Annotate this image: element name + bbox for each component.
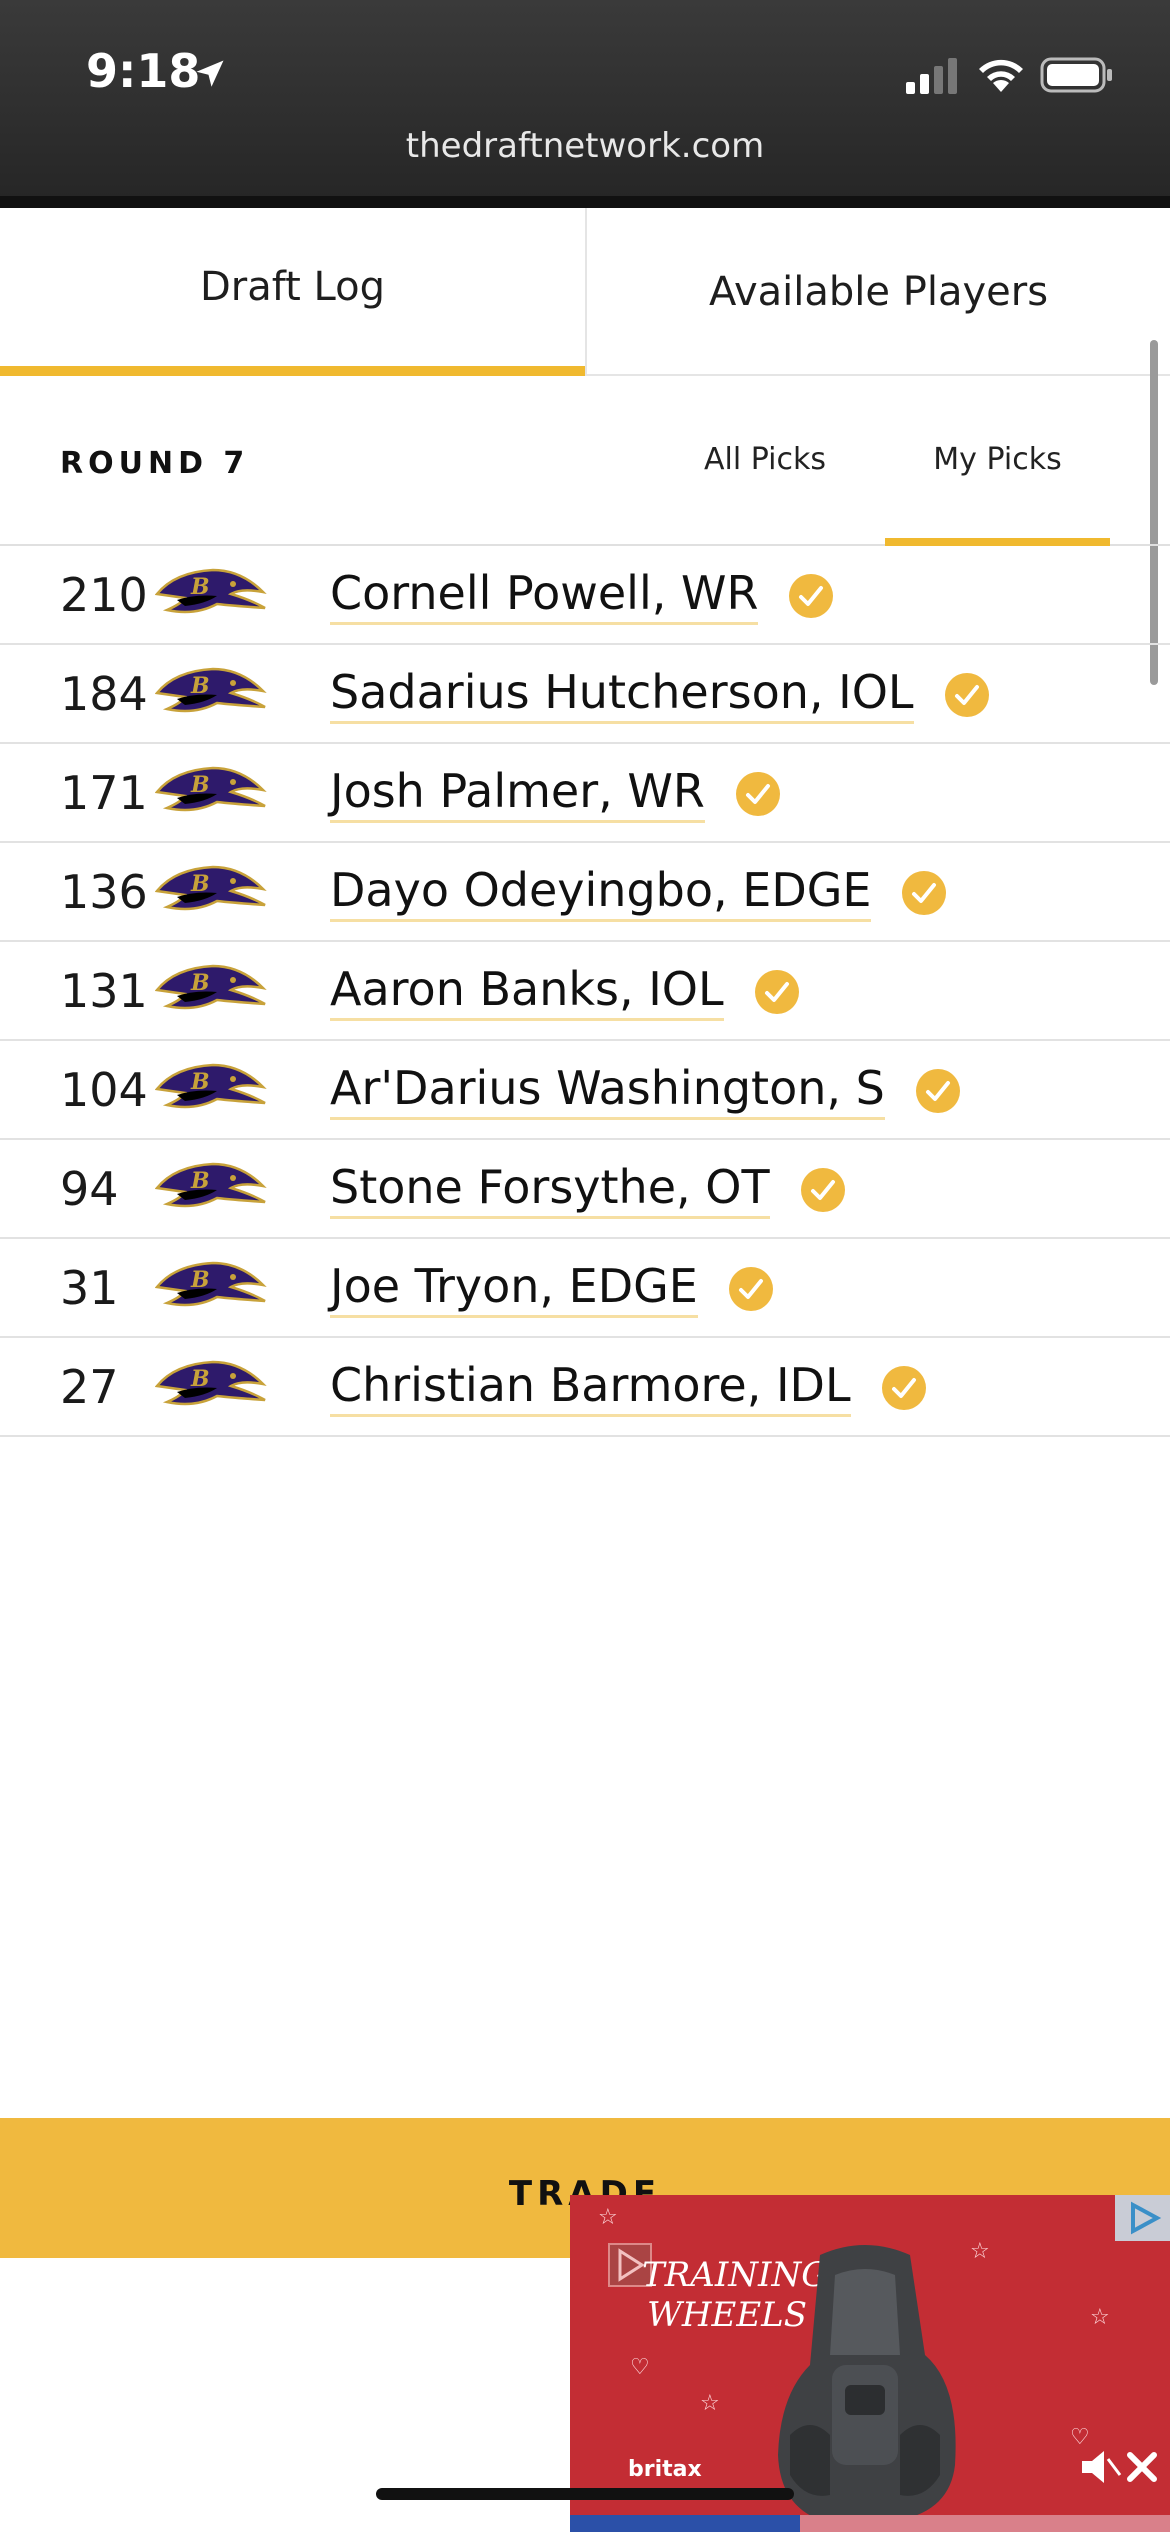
pick-number: 94 bbox=[60, 1162, 119, 1216]
ad-star-decoration: ☆ bbox=[700, 2391, 720, 2416]
mute-icon[interactable] bbox=[1078, 2447, 1122, 2487]
ravens-logo-icon bbox=[155, 667, 267, 713]
check-badge-icon bbox=[727, 1265, 774, 1312]
ravens-logo-icon bbox=[155, 1162, 267, 1208]
pick-row[interactable]: 136 Dayo Odeyingbo, EDGE bbox=[0, 843, 1170, 942]
pick-row[interactable]: 94 Stone Forsythe, OT bbox=[0, 1140, 1170, 1239]
check-badge-icon bbox=[914, 1067, 961, 1114]
pick-number: 184 bbox=[60, 667, 148, 721]
ad-bottom-strip bbox=[570, 2515, 1170, 2532]
check-badge-icon bbox=[901, 869, 948, 916]
ravens-logo-icon bbox=[155, 1261, 267, 1307]
pick-number: 210 bbox=[60, 568, 148, 622]
ravens-logo-icon bbox=[155, 1063, 267, 1109]
ad-choices-icon[interactable] bbox=[1115, 2195, 1170, 2241]
battery-icon bbox=[1040, 57, 1112, 93]
pick-number: 131 bbox=[60, 964, 148, 1018]
car-seat-image bbox=[778, 2245, 956, 2520]
player-name[interactable]: Christian Barmore, IDL bbox=[330, 1358, 851, 1417]
ad-star-decoration: ☆ bbox=[1090, 2305, 1110, 2330]
wifi-icon bbox=[979, 59, 1023, 92]
location-arrow-icon bbox=[196, 60, 224, 87]
pick-number: 27 bbox=[60, 1360, 119, 1414]
player-name[interactable]: Stone Forsythe, OT bbox=[330, 1160, 770, 1219]
picks-list: 210 Cornell Powell, WR 184 Sadarius Hutc… bbox=[0, 546, 1170, 1437]
pick-row[interactable]: 104 Ar'Darius Washington, S bbox=[0, 1041, 1170, 1140]
check-badge-icon bbox=[753, 968, 800, 1015]
pick-row[interactable]: 171 Josh Palmer, WR bbox=[0, 744, 1170, 843]
player-name[interactable]: Josh Palmer, WR bbox=[330, 764, 705, 823]
player-name[interactable]: Cornell Powell, WR bbox=[330, 566, 759, 625]
header-strip bbox=[0, 196, 1170, 208]
round-title: ROUND 7 bbox=[60, 446, 250, 481]
player-name[interactable]: Aaron Banks, IOL bbox=[330, 962, 724, 1021]
check-badge-icon bbox=[799, 1166, 846, 1213]
pick-number: 31 bbox=[60, 1261, 119, 1315]
check-badge-icon bbox=[880, 1364, 927, 1411]
close-icon[interactable] bbox=[1122, 2447, 1162, 2487]
ad-heart-decoration: ♡ bbox=[630, 2355, 650, 2380]
status-bar: 9:18 thedraftnetwork.com bbox=[0, 0, 1170, 200]
tab-available-players[interactable]: Available Players bbox=[585, 208, 1170, 376]
ravens-logo-icon bbox=[155, 568, 267, 614]
my-picks-filter[interactable]: My Picks bbox=[885, 442, 1110, 546]
pick-row[interactable]: 131 Aaron Banks, IOL bbox=[0, 942, 1170, 1041]
player-name[interactable]: Joe Tryon, EDGE bbox=[330, 1259, 698, 1318]
player-name[interactable]: Sadarius Hutcherson, IOL bbox=[330, 665, 914, 724]
ravens-logo-icon bbox=[155, 865, 267, 911]
pick-row[interactable]: 27 Christian Barmore, IDL bbox=[0, 1338, 1170, 1437]
player-name[interactable]: Dayo Odeyingbo, EDGE bbox=[330, 863, 872, 922]
tab-draft-log[interactable]: Draft Log bbox=[0, 208, 585, 376]
ravens-logo-icon bbox=[155, 1360, 267, 1406]
round-header: ROUND 7 All Picks My Picks bbox=[0, 376, 1170, 546]
ad-banner[interactable]: ☆ ☆ ☆ ☆ ♡ ♡ TRAINING WHEELS britax bbox=[570, 2195, 1170, 2532]
player-name[interactable]: Ar'Darius Washington, S bbox=[330, 1061, 885, 1120]
pick-row[interactable]: 31 Joe Tryon, EDGE bbox=[0, 1239, 1170, 1338]
ad-brand: britax bbox=[628, 2457, 702, 2482]
main-tabs: Draft Log Available Players bbox=[0, 208, 1170, 376]
ravens-logo-icon bbox=[155, 964, 267, 1010]
check-badge-icon bbox=[734, 770, 781, 817]
pick-number: 136 bbox=[60, 865, 148, 919]
home-indicator[interactable] bbox=[376, 2488, 794, 2500]
check-badge-icon bbox=[943, 671, 990, 718]
check-badge-icon bbox=[788, 572, 835, 619]
url-bar[interactable]: thedraftnetwork.com bbox=[0, 126, 1170, 166]
pick-row[interactable]: 184 Sadarius Hutcherson, IOL bbox=[0, 645, 1170, 744]
pick-number: 171 bbox=[60, 766, 148, 820]
cellular-signal-icon bbox=[906, 58, 957, 94]
ravens-logo-icon bbox=[155, 766, 267, 812]
pick-row[interactable]: 210 Cornell Powell, WR bbox=[0, 546, 1170, 645]
ad-star-decoration: ☆ bbox=[598, 2205, 618, 2230]
all-picks-filter[interactable]: All Picks bbox=[700, 442, 830, 477]
pick-number: 104 bbox=[60, 1063, 148, 1117]
status-time: 9:18 bbox=[86, 44, 201, 98]
